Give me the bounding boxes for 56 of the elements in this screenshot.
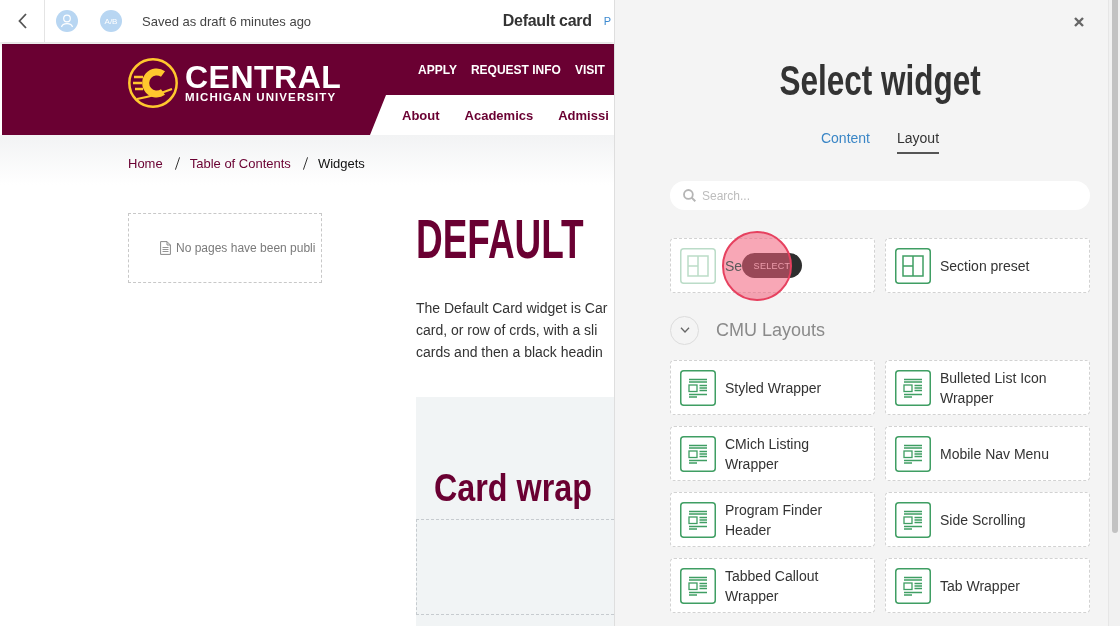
breadcrumb-current-page: Widgets xyxy=(317,155,365,171)
logo-subtitle: MICHIGAN UNIVERSITY xyxy=(185,91,337,104)
article-layout-icon xyxy=(680,501,716,538)
grid-layout-icon xyxy=(895,247,931,284)
slash-separator-icon xyxy=(174,156,180,170)
slash-separator-icon xyxy=(302,156,308,170)
breadcrumb-link[interactable]: Home xyxy=(128,155,163,171)
back-button[interactable] xyxy=(0,0,45,42)
main-nav-link[interactable]: Academics xyxy=(464,107,534,123)
article-layout-icon xyxy=(680,435,716,472)
main-nav-link[interactable]: Admissi xyxy=(558,107,609,123)
article-layout-icon xyxy=(895,501,931,538)
page-title: Default card xyxy=(502,12,592,30)
widget-card[interactable]: Program Finder Header xyxy=(670,492,875,547)
scrollbar-thumb[interactable] xyxy=(1112,0,1118,533)
article-layout-icon xyxy=(895,567,931,604)
card-wrapper-heading: Card wrap xyxy=(434,469,592,507)
page-heading: DEFAULT xyxy=(416,211,584,267)
logo-wordmark: CENTRAL xyxy=(185,61,342,93)
utility-nav-link[interactable]: REQUEST INFO xyxy=(470,62,561,77)
search-icon xyxy=(683,189,696,202)
tab[interactable]: Layout xyxy=(897,128,940,154)
widget-card[interactable]: CMich Listing Wrapper xyxy=(670,426,875,481)
widget-card[interactable]: Mobile Nav Menu xyxy=(885,426,1090,481)
group-title: CMU Layouts xyxy=(716,319,826,341)
widget-card[interactable]: Tab Wrapper xyxy=(885,558,1090,613)
article-layout-icon xyxy=(680,369,716,406)
article-layout-icon xyxy=(895,369,931,406)
article-layout-icon xyxy=(680,567,716,604)
main-nav-link[interactable]: About xyxy=(402,107,440,123)
breadcrumb-link[interactable]: Table of Contents xyxy=(189,155,291,171)
document-icon xyxy=(160,241,171,255)
search-field[interactable]: Search... xyxy=(670,181,1090,210)
widget-card[interactable]: Bulleted List Icon Wrapper xyxy=(885,360,1090,415)
chevron-left-icon xyxy=(17,13,27,29)
close-icon xyxy=(1074,17,1084,27)
utility-nav-link[interactable]: VISIT xyxy=(574,62,605,77)
collapse-toggle[interactable] xyxy=(670,315,699,345)
tab[interactable]: Content xyxy=(820,128,870,154)
grid-layout-icon xyxy=(680,247,716,284)
preview-link[interactable]: P xyxy=(603,15,611,27)
chevron-down-icon xyxy=(679,327,690,333)
widget-card[interactable]: Tabbed Callout Wrapper xyxy=(670,558,875,613)
panel-title: Select widget xyxy=(779,60,981,102)
widget-card[interactable]: Section preset xyxy=(885,238,1090,293)
utility-nav-link[interactable]: APPLY xyxy=(418,62,457,77)
article-layout-icon xyxy=(895,435,931,472)
person-avatar-icon xyxy=(56,10,78,32)
initials-avatar: A/B xyxy=(100,10,122,32)
widget-card[interactable]: Styled Wrapper xyxy=(670,360,875,415)
widget-card[interactable]: Side Scrolling xyxy=(885,492,1090,547)
empty-pages-message: No pages have been publi xyxy=(176,241,316,255)
body-paragraph: The Default Card widget is Car card, or row of crds, with a sli cards and then a black headin xyxy=(416,299,608,362)
draft-status: Saved as draft 6 minutes ago xyxy=(142,13,312,29)
logo-emblem-icon xyxy=(128,58,178,108)
close-button[interactable] xyxy=(1072,15,1086,29)
